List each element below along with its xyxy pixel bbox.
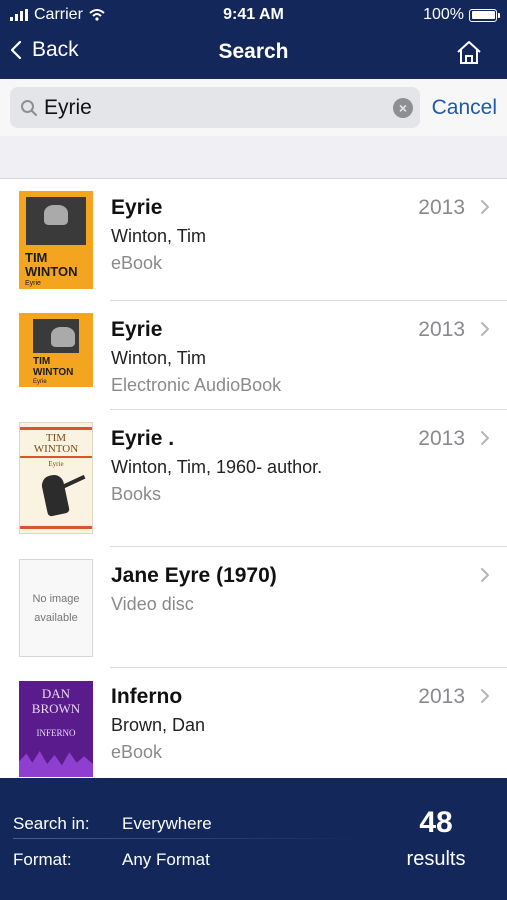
results-count: 48: [419, 806, 453, 839]
battery-percent: 100%: [423, 6, 464, 23]
list-item[interactable]: No image available Jane Eyre (1970) Vide…: [0, 547, 507, 668]
battery-icon: [469, 8, 500, 22]
search-input[interactable]: [44, 91, 384, 124]
list-item[interactable]: TIM WINTON Eyrie Eyrie . Winton, Tim, 19…: [0, 410, 507, 547]
search-in-value[interactable]: Everywhere: [122, 814, 212, 834]
home-icon[interactable]: [455, 39, 483, 67]
results-header-spacer: [0, 136, 507, 179]
item-format: Books: [111, 484, 162, 504]
item-format: eBook: [111, 742, 163, 762]
top-bar: Carrier 9:41 AM 100% Back Search: [0, 0, 507, 79]
item-title: Eyrie: [111, 196, 163, 219]
chevron-right-icon: [481, 568, 489, 582]
search-field[interactable]: ×: [10, 87, 420, 128]
item-author: Winton, Tim, 1960- author.: [111, 457, 323, 477]
chevron-right-icon: [481, 431, 489, 445]
cancel-button[interactable]: Cancel: [432, 96, 497, 120]
item-year: 2013: [418, 196, 465, 219]
list-item[interactable]: DAN BROWN INFERNO Inferno Brown, Dan eBo…: [0, 668, 507, 778]
item-format: Electronic AudioBook: [111, 375, 282, 395]
no-image-placeholder: No image available: [19, 559, 93, 657]
item-year: 2013: [418, 318, 465, 341]
clear-icon[interactable]: ×: [393, 98, 413, 118]
back-label: Back: [32, 38, 79, 61]
item-title: Eyrie: [111, 318, 163, 341]
chevron-right-icon: [481, 689, 489, 703]
status-bar: Carrier 9:41 AM 100%: [0, 0, 507, 30]
search-footer: Search in: Everywhere Format: Any Format…: [0, 778, 507, 900]
item-year: 2013: [418, 685, 465, 708]
format-value[interactable]: Any Format: [122, 850, 210, 870]
chevron-left-icon: [10, 40, 22, 60]
item-title: Eyrie .: [111, 427, 175, 450]
chevron-right-icon: [481, 200, 489, 214]
book-cover: TIM WINTON Eyrie: [19, 191, 93, 289]
search-bar: × Cancel: [0, 79, 507, 136]
item-author: Winton, Tim: [111, 348, 207, 368]
results-list: TIM WINTON Eyrie Eyrie Winton, Tim eBook…: [0, 179, 507, 778]
back-button[interactable]: Back: [10, 38, 79, 62]
results-count-label: results: [406, 848, 466, 870]
chevron-right-icon: [481, 322, 489, 336]
nav-bar: Back Search: [0, 30, 507, 79]
list-item[interactable]: TIM WINTON Eyrie Eyrie Winton, Tim eBook…: [0, 179, 507, 301]
item-author: Winton, Tim: [111, 226, 207, 246]
item-format: eBook: [111, 253, 163, 273]
item-title: Jane Eyre (1970): [111, 564, 277, 587]
item-author: Brown, Dan: [111, 715, 206, 735]
search-in-label: Search in:: [13, 814, 90, 833]
book-cover: TIM WINTON Eyrie: [19, 422, 93, 534]
battery-group: 100%: [423, 6, 500, 24]
book-cover: TIM WINTON Eyrie: [19, 313, 93, 387]
item-year: 2013: [418, 427, 465, 450]
search-icon: [21, 100, 37, 116]
book-cover: DAN BROWN INFERNO: [19, 681, 93, 777]
list-item[interactable]: TIM WINTON Eyrie Eyrie Winton, Tim Elect…: [0, 301, 507, 410]
item-title: Inferno: [111, 685, 183, 708]
item-format: Video disc: [111, 594, 194, 614]
format-label: Format:: [13, 850, 72, 869]
